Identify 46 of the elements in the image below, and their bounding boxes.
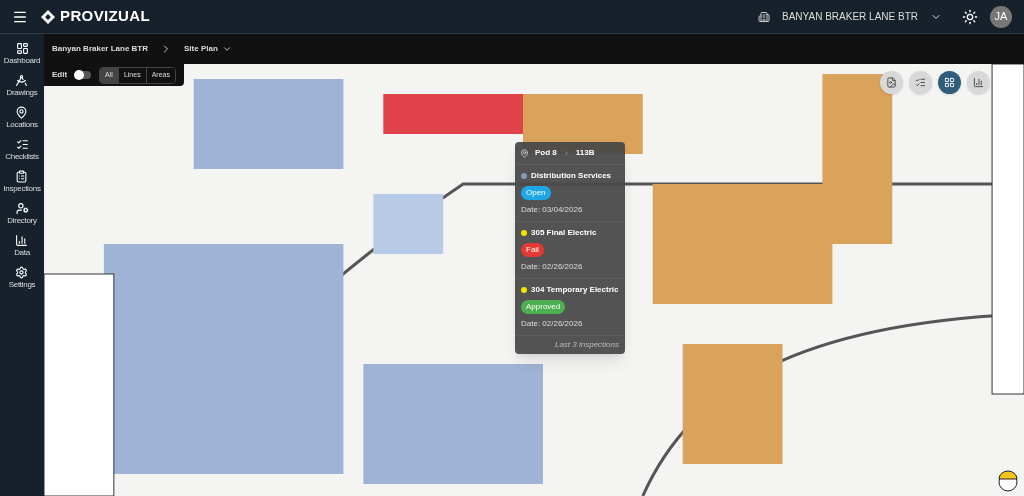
- inspection-date: Date: 02/26/2026: [521, 261, 584, 273]
- pin-icon: [15, 106, 29, 119]
- breadcrumb-link[interactable]: Banyan Braker Lane BTR: [52, 43, 149, 55]
- inspection-date: Date: 03/04/2026: [521, 204, 584, 216]
- grid-icon: [944, 77, 955, 88]
- project-selector[interactable]: BANYAN BRAKER LANE BTR: [782, 9, 918, 24]
- sidebar-item[interactable]: Drawings: [6, 74, 38, 97]
- user-avatar[interactable]: JA: [990, 5, 1012, 28]
- user-gear-icon: [15, 202, 29, 215]
- popup-footer: Last 3 inspections: [554, 339, 619, 351]
- checklist-icon: [915, 77, 926, 88]
- status-badge: Open: [521, 186, 551, 200]
- brand-name: PROVIZUAL: [60, 6, 151, 27]
- caret-icon[interactable]: [221, 44, 232, 54]
- sidebar-item[interactable]: Checklists: [5, 138, 39, 161]
- breadcrumb-current[interactable]: Site Plan: [184, 43, 218, 55]
- sidebar-item[interactable]: Locations: [6, 106, 38, 129]
- edit-label: Edit: [52, 69, 68, 81]
- pod-label: Pod 8: [535, 147, 557, 159]
- helper-mascot-icon[interactable]: [996, 468, 1020, 492]
- status-badge: Fail: [521, 243, 544, 257]
- sidebar-item[interactable]: Directory: [7, 202, 37, 225]
- inspection-title: Distribution Services: [531, 170, 612, 182]
- pin-icon: [520, 148, 529, 158]
- sidebar-item[interactable]: Data: [14, 234, 30, 257]
- theme-icon[interactable]: [962, 8, 978, 25]
- inspection-date: Date: 02/26/2026: [521, 318, 584, 330]
- inspection-title: 304 Temporary Electric: [531, 284, 619, 296]
- inspection-title: 305 Final Electric: [531, 227, 597, 239]
- dashboard-icon: [15, 42, 29, 55]
- chevron-icon: [562, 149, 570, 157]
- bar-chart-icon: [973, 77, 984, 88]
- settings-icon: [15, 266, 29, 279]
- edit-toggle[interactable]: [75, 71, 92, 79]
- checklist-icon: [15, 138, 29, 151]
- sidebar-item[interactable]: Dashboard: [3, 42, 41, 65]
- sidebar-item[interactable]: Settings: [8, 266, 36, 289]
- logo-icon: [40, 8, 56, 25]
- unit-label: 113B: [575, 147, 595, 159]
- compass-icon: [15, 74, 29, 87]
- sidebar-item[interactable]: Inspections: [3, 170, 41, 193]
- status-badge: Approved: [521, 300, 566, 314]
- bar-chart-icon: [15, 234, 29, 247]
- building-icon: [758, 10, 771, 23]
- file-image-icon: [886, 77, 897, 88]
- clipboard-icon: [15, 170, 29, 183]
